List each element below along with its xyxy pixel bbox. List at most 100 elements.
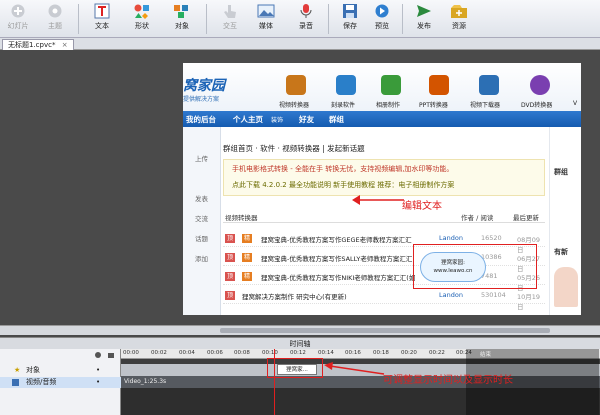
- tick-label: 00:12: [290, 350, 306, 356]
- nav-label: 视频转换器: [279, 102, 310, 109]
- scrollbar-thumb[interactable]: [220, 328, 550, 333]
- add-slide-button[interactable]: 幻灯片: [4, 3, 32, 35]
- toolbar-separator: [206, 4, 207, 34]
- text-icon: [94, 3, 110, 19]
- dot-icon: •: [96, 366, 101, 374]
- website-nav-bar: 我的后台 个人主页 装饰 好友 群组: [183, 111, 581, 127]
- side-heading: 群组: [554, 168, 568, 176]
- featured-badge: 精: [242, 253, 253, 262]
- website-left-column: 上传 发表 交流 话题 添加: [183, 127, 221, 315]
- nav-label: V: [573, 100, 578, 107]
- side-link: 话题: [195, 235, 208, 243]
- save-button[interactable]: 保存: [336, 3, 364, 35]
- theme-button[interactable]: 主题: [41, 3, 69, 35]
- toolbar-separator: [328, 4, 329, 34]
- timeline-title: 时间轴: [0, 337, 600, 349]
- album-maker-icon: [381, 75, 401, 95]
- table-header-title: 视频转换器: [225, 214, 258, 222]
- tick-label: 00:06: [207, 350, 223, 356]
- website-right-column: 群组 有新: [549, 127, 581, 315]
- preview-icon: [375, 4, 389, 18]
- publish-icon: [417, 5, 431, 17]
- annotation-arrow: [352, 195, 404, 205]
- object-icon: [174, 5, 188, 18]
- visibility-lock-icons[interactable]: [94, 351, 118, 359]
- resources-icon: [451, 5, 467, 18]
- nav-item: 群组: [329, 115, 344, 124]
- interaction-icon: [224, 5, 236, 18]
- playhead[interactable]: [274, 349, 275, 415]
- side-heading: 有新: [554, 248, 568, 256]
- nav-label: 视频下载器: [470, 102, 501, 109]
- site-logo: 窝家园: [183, 78, 225, 94]
- side-link: 发表: [195, 195, 208, 203]
- save-icon: [343, 4, 357, 18]
- end-label: 结束: [480, 352, 492, 358]
- layer-video-audio[interactable]: 视频/音频 •: [0, 377, 121, 388]
- pinned-badge: 顶: [225, 291, 236, 300]
- layer-objects[interactable]: ★ 对象 •: [0, 365, 121, 376]
- tick-label: 00:04: [179, 350, 195, 356]
- avatar: [554, 267, 578, 307]
- text-button[interactable]: 文本: [88, 3, 116, 35]
- tick-label: 00:02: [151, 350, 167, 356]
- burn-software-icon: [336, 75, 356, 95]
- tick-label: 00:10: [262, 350, 278, 356]
- row-reads: 530104: [481, 291, 506, 299]
- site-logo-subtitle: 提供解决方案: [183, 96, 220, 103]
- row-reads: 16520: [481, 234, 502, 242]
- shapes-icon: [134, 4, 149, 19]
- tick-label: 00:00: [123, 350, 139, 356]
- theme-icon: [48, 4, 62, 18]
- video-layer-icon: [12, 379, 19, 386]
- video-converter-icon: [286, 75, 306, 95]
- preview-button[interactable]: 预览: [368, 3, 396, 35]
- table-row[interactable]: 顶 狸窝解决方案制作 研究中心(有更新) Landon 530104 10月19…: [223, 288, 545, 311]
- resources-button[interactable]: 资源: [445, 3, 473, 35]
- selected-callout-frame[interactable]: 狸窝家园: www.leawo.cn: [413, 244, 537, 289]
- breadcrumb: 群组首页 · 软件 · 视频转换器 | 发起新话题: [223, 144, 365, 153]
- edit-text-annotation: 编辑文本: [402, 201, 442, 212]
- video-clip-label: Video_1:25.3s: [124, 378, 167, 385]
- star-icon: ★: [14, 366, 21, 374]
- shapes-button[interactable]: 形状: [128, 3, 156, 35]
- row-title: 狸窝解决方案制作 研究中心(有更新): [242, 293, 347, 301]
- timeline-layer-panel: ★ 对象 • 视频/音频 •: [0, 349, 121, 415]
- media-button[interactable]: 媒体: [252, 3, 280, 35]
- record-button[interactable]: 录音: [292, 3, 320, 35]
- add-slide-icon: [11, 4, 25, 18]
- pinned-badge: 顶: [225, 272, 236, 281]
- microphone-icon: [300, 4, 312, 18]
- tick-label: 00:20: [401, 350, 417, 356]
- ppt-converter-icon: [429, 75, 449, 95]
- timeline-annotation: 可调整显示时间以及显示时长: [383, 375, 513, 386]
- row-title: 狸窝宝典-优秀教程方案写作GEGE老师教程方案汇汇: [261, 236, 412, 244]
- row-author: Landon: [439, 291, 463, 299]
- promo-box: 手机电影格式转换 - 全能在手 转换无忧，支持视频编辑,加水印等功能。 点此下载…: [223, 159, 545, 196]
- toolbar-separator: [402, 4, 403, 34]
- row-date: 10月19日: [517, 293, 541, 311]
- slide-canvas[interactable]: 窝家园 提供解决方案 视频转换器 刻录软件 相册制作 PPT转换器 视频下载器 …: [183, 63, 581, 315]
- video-downloader-icon: [479, 75, 499, 95]
- layer-label: 视频/音频: [26, 378, 57, 386]
- nav-label: 相册制作: [376, 102, 401, 109]
- timeline-tracks[interactable]: 00:00 00:02 00:04 00:06 00:08 00:10 00:1…: [121, 349, 600, 415]
- toolbar-separator: [78, 4, 79, 34]
- nav-label: PPT转换器: [419, 102, 448, 109]
- table-header-author: 作者 / 阅读: [461, 214, 494, 222]
- featured-badge: 精: [242, 234, 253, 243]
- tick-label: 00:14: [318, 350, 334, 356]
- object-button[interactable]: 对象: [168, 3, 196, 35]
- canvas-horizontal-scrollbar[interactable]: [0, 325, 600, 335]
- dot-icon: •: [96, 378, 101, 386]
- side-link: 添加: [195, 255, 208, 263]
- interaction-button[interactable]: 交互: [216, 3, 244, 35]
- close-icon[interactable]: ×: [62, 41, 68, 49]
- cloud-callout[interactable]: 狸窝家园: www.leawo.cn: [420, 252, 486, 282]
- nav-label: 刻录软件: [331, 102, 356, 109]
- publish-button[interactable]: 发布: [410, 3, 438, 35]
- tick-label: 00:16: [345, 350, 361, 356]
- clip-highlight-frame: [267, 358, 323, 378]
- main-toolbar: 幻灯片 主题 文本 形状 对象 交互 媒体 录音 保存 预览 发布 资源: [0, 0, 600, 38]
- tab-untitled[interactable]: 无标题1.cpvc* ×: [2, 39, 74, 50]
